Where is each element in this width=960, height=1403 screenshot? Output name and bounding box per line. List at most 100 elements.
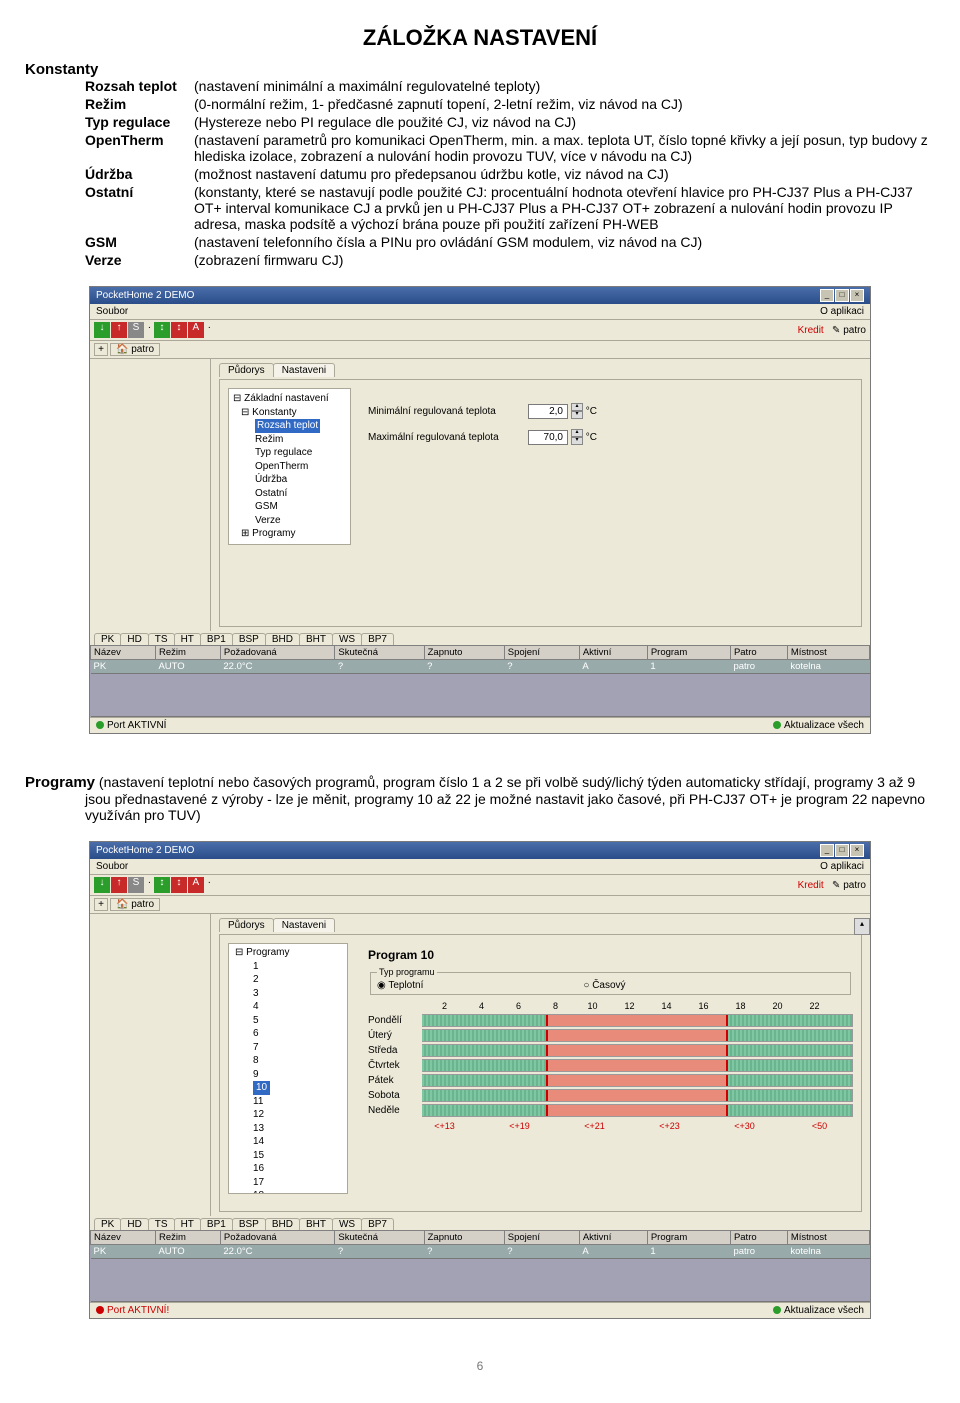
table-row[interactable]: PKAUTO22.0°C???A1patrokotelna <box>91 1245 870 1259</box>
maximize-icon[interactable]: □ <box>835 844 849 857</box>
bottom-tab[interactable]: WS <box>332 1218 362 1230</box>
program-list-item[interactable]: 14 <box>253 1135 345 1149</box>
program-list-item[interactable]: 1 <box>253 960 345 974</box>
bottom-tab[interactable]: BP1 <box>200 1218 233 1230</box>
day-timeline-bar[interactable] <box>422 1089 853 1102</box>
update-all-button[interactable]: Aktualizace všech <box>784 720 864 731</box>
program-list-item[interactable]: 17 <box>253 1176 345 1190</box>
scroll-up-icon[interactable]: ▴ <box>854 918 870 935</box>
program-list-item[interactable]: 16 <box>253 1162 345 1176</box>
toolbar-icon-6[interactable]: A <box>188 877 204 893</box>
program-list-item[interactable]: 9 <box>253 1068 345 1082</box>
program-list-item[interactable]: 6 <box>253 1027 345 1041</box>
bottom-tab[interactable]: BHT <box>299 1218 333 1230</box>
update-all-button[interactable]: Aktualizace všech <box>784 1305 864 1316</box>
floor-dropdown-label[interactable]: patro <box>843 325 866 336</box>
program-list-item[interactable]: 7 <box>253 1041 345 1055</box>
min-temp-input[interactable]: 2,0 <box>528 404 568 419</box>
close-icon[interactable]: × <box>850 289 864 302</box>
menu-about[interactable]: O aplikaci <box>820 861 864 872</box>
tab-nastaveni[interactable]: Nastaveni <box>273 363 335 377</box>
floor-button[interactable]: 🏠 patro <box>110 898 160 911</box>
bottom-tab[interactable]: BHD <box>265 633 300 645</box>
bottom-tab[interactable]: HD <box>120 1218 148 1230</box>
toolbar-icon-4[interactable]: ↕ <box>154 322 170 338</box>
bottom-tab[interactable]: BP1 <box>200 633 233 645</box>
tab-pudorys[interactable]: Půdorys <box>219 363 274 377</box>
program-list[interactable]: ⊟ Programy12345678910111213141516171819 <box>228 943 348 1194</box>
program-list-item[interactable]: 15 <box>253 1149 345 1163</box>
program-list-item[interactable]: 12 <box>253 1108 345 1122</box>
program-list-item[interactable]: 13 <box>253 1122 345 1136</box>
program-list-item[interactable]: 3 <box>253 987 345 1001</box>
toolbar-icon-5[interactable]: ↕ <box>171 877 187 893</box>
toolbar-icon-1[interactable]: ↓ <box>94 322 110 338</box>
day-timeline-bar[interactable] <box>422 1074 853 1087</box>
bottom-tab[interactable]: PK <box>94 1218 121 1230</box>
window-title: PocketHome 2 DEMO <box>96 845 194 856</box>
menu-file[interactable]: Soubor <box>96 861 128 872</box>
floor-button[interactable]: 🏠 patro <box>110 343 160 356</box>
day-timeline-bar[interactable] <box>422 1059 853 1072</box>
bottom-tab[interactable]: BP7 <box>361 633 394 645</box>
expand-floor-icon[interactable]: + <box>94 343 108 356</box>
expand-floor-icon[interactable]: + <box>94 898 108 911</box>
bottom-tab[interactable]: BHT <box>299 633 333 645</box>
day-label: Úterý <box>368 1030 422 1041</box>
legend-item: <+13 <box>426 1121 463 1131</box>
toolbar-icon-6[interactable]: A <box>188 322 204 338</box>
bottom-tab[interactable]: BHD <box>265 1218 300 1230</box>
bottom-tab[interactable]: HT <box>174 1218 201 1230</box>
bottom-tab[interactable]: TS <box>148 633 175 645</box>
bottom-tab[interactable]: WS <box>332 633 362 645</box>
kredit-label[interactable]: Kredit <box>798 880 824 891</box>
day-timeline-bar[interactable] <box>422 1014 853 1027</box>
min-temp-spinner[interactable]: ▴▾ <box>571 403 583 419</box>
program-list-item[interactable]: 11 <box>253 1095 345 1109</box>
maximize-icon[interactable]: □ <box>835 289 849 302</box>
menu-file[interactable]: Soubor <box>96 306 128 317</box>
table-row[interactable]: PKAUTO22.0°C???A1patrokotelna <box>91 660 870 674</box>
toolbar-icon-4[interactable]: ↕ <box>154 877 170 893</box>
bottom-tab[interactable]: BSP <box>232 1218 266 1230</box>
tab-nastaveni[interactable]: Nastaveni <box>273 918 335 932</box>
minimize-icon[interactable]: _ <box>820 289 834 302</box>
program-list-item[interactable]: 2 <box>253 973 345 987</box>
def-term: Verze <box>85 252 194 268</box>
floor-dropdown-label[interactable]: patro <box>843 880 866 891</box>
kredit-label[interactable]: Kredit <box>798 325 824 336</box>
settings-tree[interactable]: ⊟ Základní nastavení ⊟ Konstanty Rozsah … <box>228 388 351 545</box>
program-timeline[interactable]: 246810121416182022 PondělíÚterýStředaČtv… <box>368 1001 853 1131</box>
radio-casovy[interactable]: ○ Časový <box>583 980 625 991</box>
close-icon[interactable]: × <box>850 844 864 857</box>
toolbar-icon-3[interactable]: S <box>128 322 144 338</box>
toolbar: ↓↑S · ↕↕A · Kredit ✎ patro <box>90 875 870 896</box>
program-list-item[interactable]: 8 <box>253 1054 345 1068</box>
grid-cell: patro <box>730 1245 787 1259</box>
toolbar-icon-1[interactable]: ↓ <box>94 877 110 893</box>
toolbar-icon-2[interactable]: ↑ <box>111 322 127 338</box>
program-list-item[interactable]: 10 <box>253 1081 345 1095</box>
toolbar-icon-2[interactable]: ↑ <box>111 877 127 893</box>
bottom-tab[interactable]: BSP <box>232 633 266 645</box>
toolbar-icon-5[interactable]: ↕ <box>171 322 187 338</box>
max-temp-spinner[interactable]: ▴▾ <box>571 429 583 445</box>
program-list-item[interactable]: 18 <box>253 1189 345 1194</box>
program-list-item[interactable]: 4 <box>253 1000 345 1014</box>
day-timeline-bar[interactable] <box>422 1044 853 1057</box>
program-list-item[interactable]: 5 <box>253 1014 345 1028</box>
menu-about[interactable]: O aplikaci <box>820 306 864 317</box>
tab-pudorys[interactable]: Půdorys <box>219 918 274 932</box>
toolbar-icon-3[interactable]: S <box>128 877 144 893</box>
max-temp-input[interactable]: 70,0 <box>528 430 568 445</box>
bottom-tab[interactable]: TS <box>148 1218 175 1230</box>
day-timeline-bar[interactable] <box>422 1104 853 1117</box>
bottom-tab[interactable]: HD <box>120 633 148 645</box>
minimize-icon[interactable]: _ <box>820 844 834 857</box>
bottom-tab[interactable]: HT <box>174 633 201 645</box>
bottom-tab[interactable]: BP7 <box>361 1218 394 1230</box>
day-timeline-bar[interactable] <box>422 1029 853 1042</box>
toolbar: ↓↑S · ↕↕A · Kredit ✎ patro <box>90 320 870 341</box>
radio-teplotni[interactable]: ◉ Teplotní <box>377 980 423 991</box>
bottom-tab[interactable]: PK <box>94 633 121 645</box>
